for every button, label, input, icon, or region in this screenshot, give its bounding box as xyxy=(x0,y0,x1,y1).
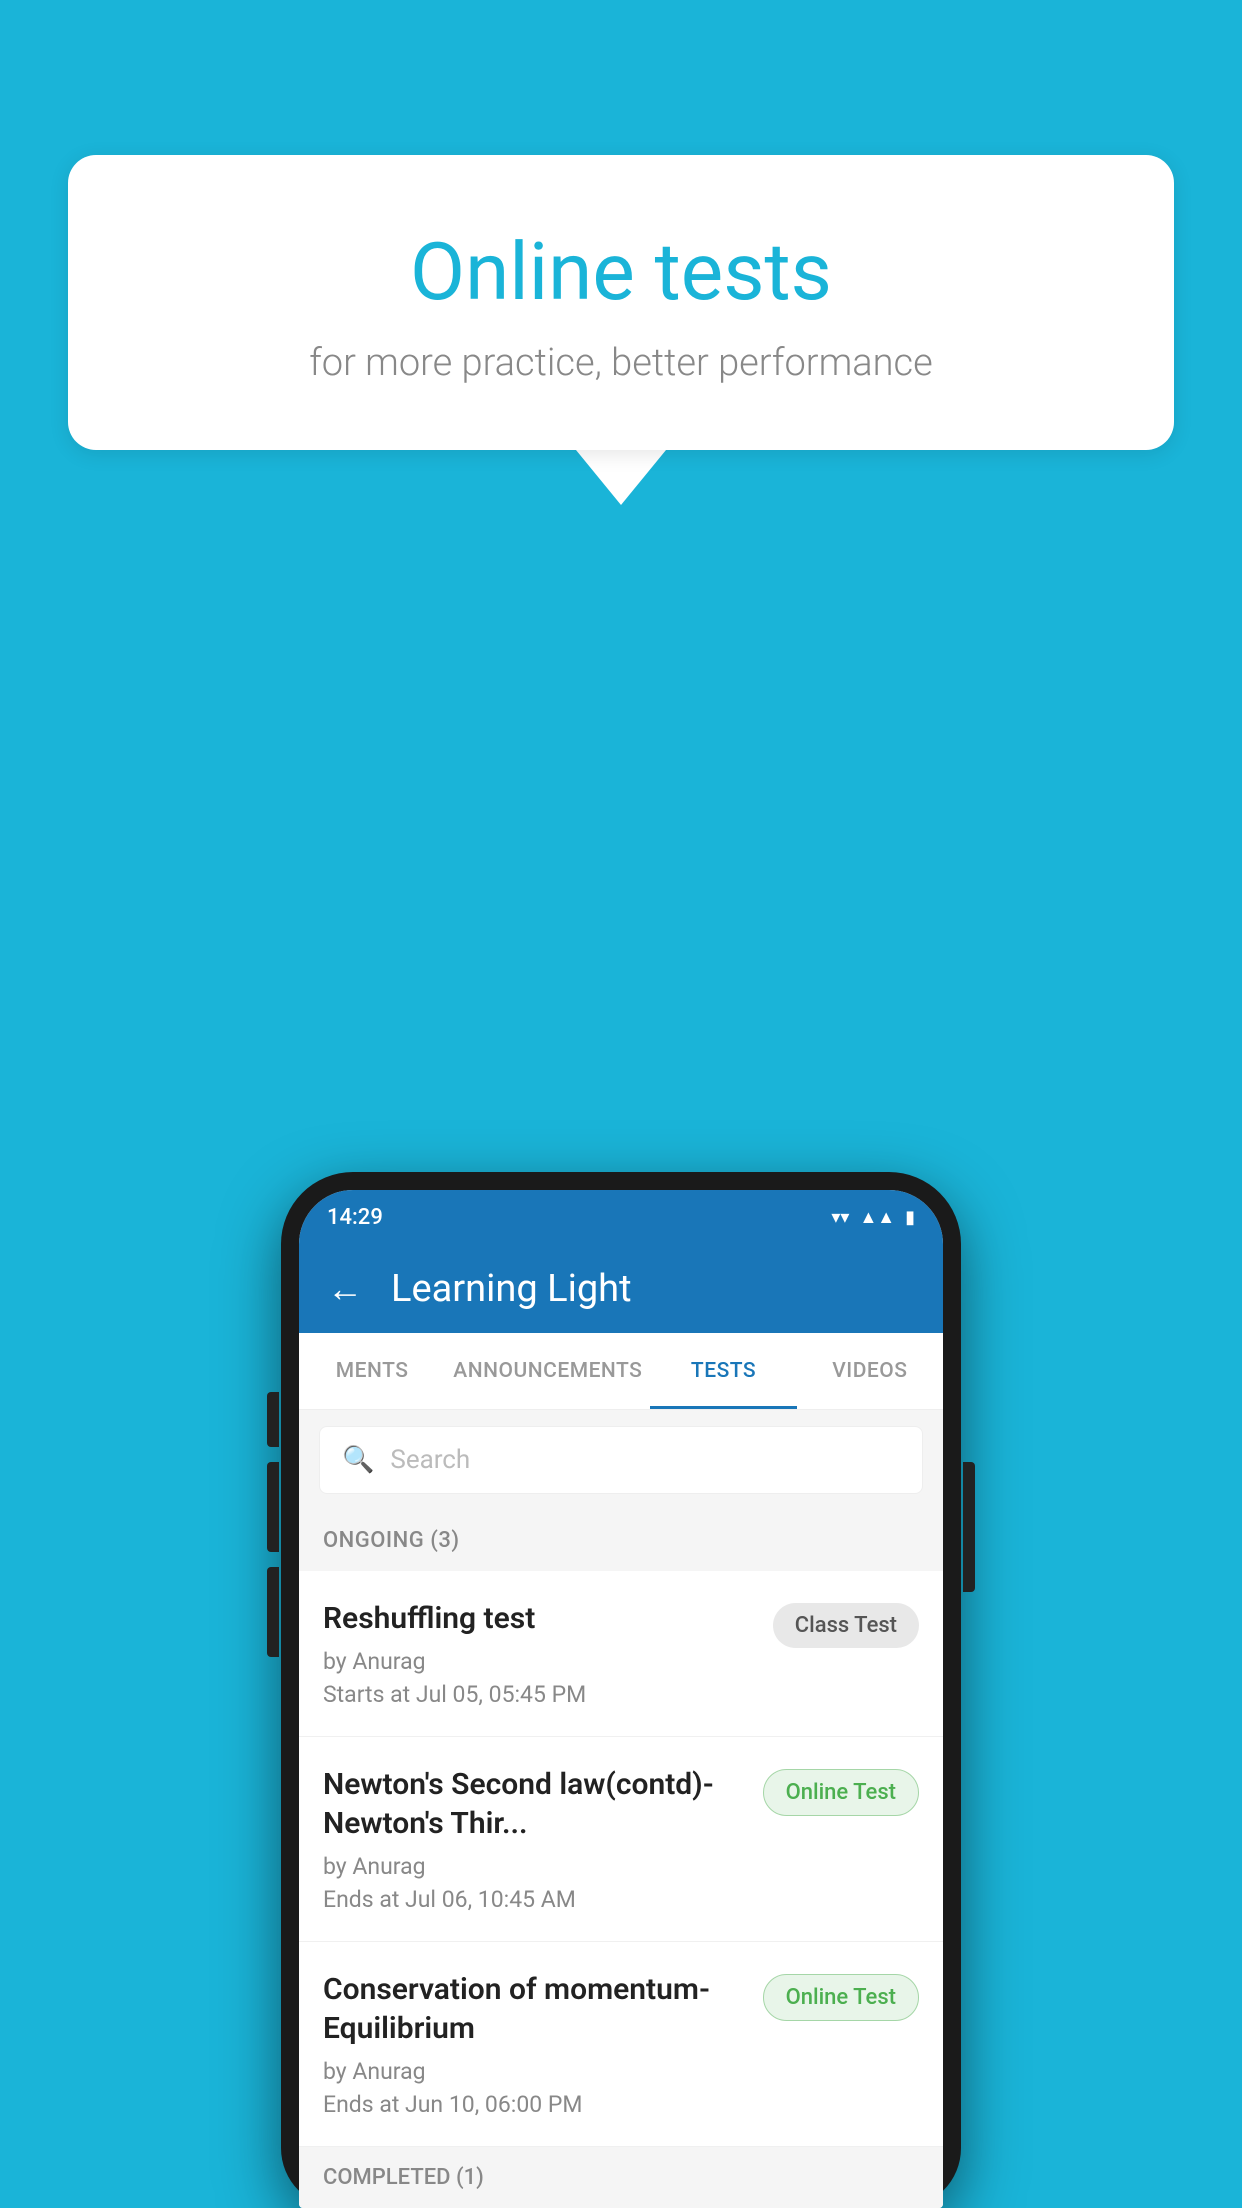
search-box[interactable]: 🔍 Search xyxy=(319,1426,923,1494)
status-bar-area: 14:29 ▾▾ ▲▲ ▮ xyxy=(299,1190,943,1245)
status-bar: 14:29 ▾▾ ▲▲ ▮ xyxy=(299,1190,943,1245)
wifi-icon: ▾▾ xyxy=(831,1207,849,1228)
test-item-newton[interactable]: Newton's Second law(contd)-Newton's Thir… xyxy=(299,1737,943,1942)
search-icon: 🔍 xyxy=(342,1445,374,1475)
phone-side-button-vol-down2 xyxy=(267,1567,279,1657)
status-time: 14:29 xyxy=(327,1205,383,1230)
test-by-conservation: by Anurag xyxy=(323,2058,747,2085)
phone-side-button-vol-down1 xyxy=(267,1462,279,1552)
phone-side-button-vol-up xyxy=(267,1392,279,1447)
test-badge-reshuffling: Class Test xyxy=(773,1603,919,1648)
completed-section-header: COMPLETED (1) xyxy=(299,2147,943,2208)
tab-announcements[interactable]: ANNOUNCEMENTS xyxy=(445,1333,650,1409)
test-by-newton: by Anurag xyxy=(323,1853,747,1880)
phone-side-button-power xyxy=(963,1462,975,1592)
test-badge-conservation: Online Test xyxy=(763,1974,919,2021)
search-placeholder-text: Search xyxy=(390,1445,470,1475)
test-title-reshuffling: Reshuffling test xyxy=(323,1599,757,1638)
speech-bubble-arrow xyxy=(576,450,666,505)
test-title-conservation: Conservation of momentum-Equilibrium xyxy=(323,1970,747,2048)
test-time-conservation: Ends at Jun 10, 06:00 PM xyxy=(323,2091,747,2118)
battery-icon: ▮ xyxy=(905,1207,915,1228)
app-bar: ← Learning Light xyxy=(299,1245,943,1333)
test-info-newton: Newton's Second law(contd)-Newton's Thir… xyxy=(323,1765,763,1913)
phone-screen: 14:29 ▾▾ ▲▲ ▮ ← Learning Li xyxy=(299,1190,943,2208)
signal-icon: ▲▲ xyxy=(859,1207,895,1228)
tab-tests[interactable]: TESTS xyxy=(650,1333,796,1409)
status-icons: ▾▾ ▲▲ ▮ xyxy=(831,1207,915,1228)
phone-outer: 14:29 ▾▾ ▲▲ ▮ ← Learning Li xyxy=(281,1172,961,2208)
speech-bubble-title: Online tests xyxy=(128,225,1114,319)
test-item-conservation[interactable]: Conservation of momentum-Equilibrium by … xyxy=(299,1942,943,2147)
test-by-reshuffling: by Anurag xyxy=(323,1648,757,1675)
back-button[interactable]: ← xyxy=(327,1268,363,1310)
phone-wrapper: 14:29 ▾▾ ▲▲ ▮ ← Learning Li xyxy=(281,1172,961,2208)
tab-ments[interactable]: MENTS xyxy=(299,1333,445,1409)
test-info-reshuffling: Reshuffling test by Anurag Starts at Jul… xyxy=(323,1599,773,1708)
ongoing-section-header: ONGOING (3) xyxy=(299,1510,943,1571)
tabs-container: MENTS ANNOUNCEMENTS TESTS VIDEOS xyxy=(299,1333,943,1410)
test-badge-newton: Online Test xyxy=(763,1769,919,1816)
speech-bubble: Online tests for more practice, better p… xyxy=(68,155,1174,450)
speech-bubble-subtitle: for more practice, better performance xyxy=(128,341,1114,385)
test-time-reshuffling: Starts at Jul 05, 05:45 PM xyxy=(323,1681,757,1708)
test-info-conservation: Conservation of momentum-Equilibrium by … xyxy=(323,1970,763,2118)
tab-videos[interactable]: VIDEOS xyxy=(797,1333,943,1409)
search-container: 🔍 Search xyxy=(299,1410,943,1510)
test-list: Reshuffling test by Anurag Starts at Jul… xyxy=(299,1571,943,2147)
test-time-newton: Ends at Jul 06, 10:45 AM xyxy=(323,1886,747,1913)
app-bar-title: Learning Light xyxy=(391,1267,632,1311)
speech-bubble-container: Online tests for more practice, better p… xyxy=(68,155,1174,505)
test-item-reshuffling[interactable]: Reshuffling test by Anurag Starts at Jul… xyxy=(299,1571,943,1737)
test-title-newton: Newton's Second law(contd)-Newton's Thir… xyxy=(323,1765,747,1843)
